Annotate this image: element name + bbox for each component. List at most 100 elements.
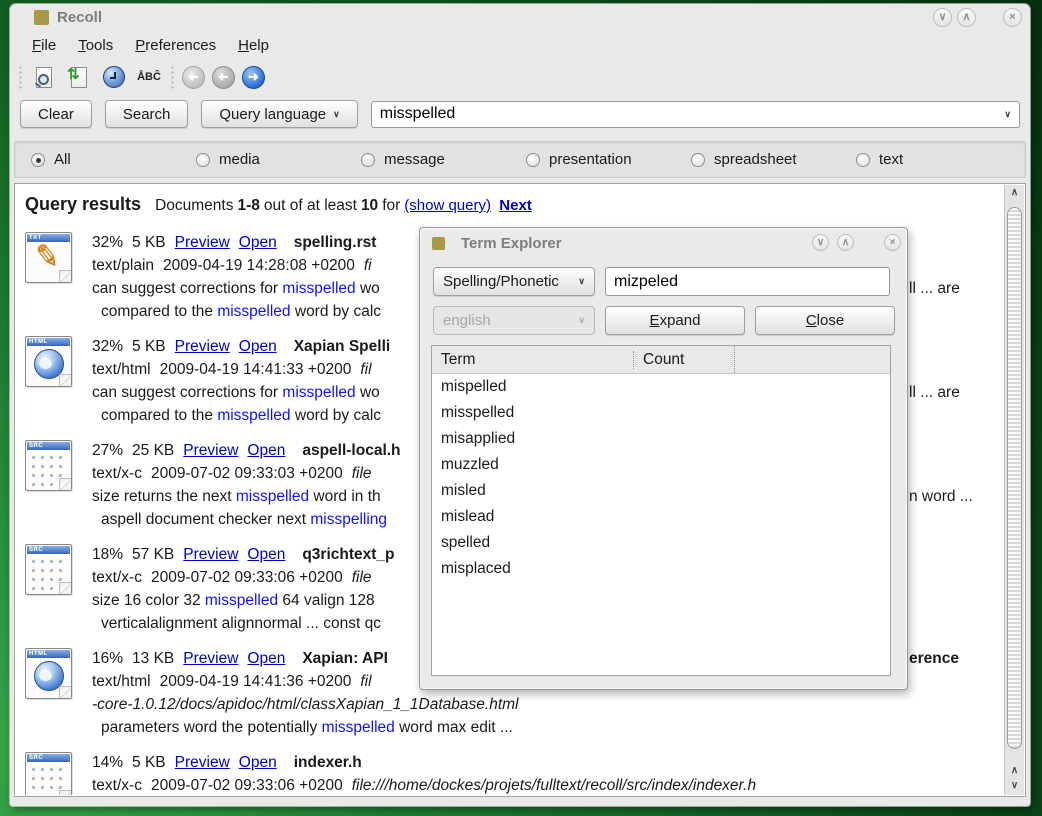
result-date: 2009-04-19 14:41:33 +0200 <box>160 361 352 378</box>
scrollbar-thumb[interactable] <box>1007 207 1022 749</box>
snippet-text: 64 valign 128 <box>278 592 375 609</box>
language-dropdown[interactable]: english ∨ <box>433 306 595 335</box>
toolbar-handle[interactable] <box>170 65 175 89</box>
menu-preferences[interactable]: Preferences <box>124 35 227 56</box>
filter-text[interactable]: text <box>856 151 1021 168</box>
filter-spreadsheet[interactable]: spreadsheet <box>691 151 856 168</box>
radio-all[interactable] <box>31 153 45 167</box>
doc-type-label: SRC <box>27 754 70 762</box>
scroll-up-icon[interactable]: ∧ <box>1005 185 1024 200</box>
result-size: 13 KB <box>132 650 174 667</box>
term-row[interactable]: misled <box>432 478 890 504</box>
result-snippet: compared to the misspelled word by calc <box>92 300 428 323</box>
history-clock-icon[interactable] <box>100 63 128 91</box>
term-list: mispelledmisspelledmisappliedmuzzledmisl… <box>432 374 890 582</box>
expansion-mode-dropdown[interactable]: Spelling/Phonetic ∨ <box>433 267 595 296</box>
term-row[interactable]: mispelled <box>432 374 890 400</box>
filter-message[interactable]: message <box>361 151 526 168</box>
next-page-icon[interactable]: ➜ <box>242 66 265 89</box>
term-explorer-abc-icon[interactable]: ÅBĈ <box>135 63 163 91</box>
next-page-link[interactable]: Next <box>499 197 532 214</box>
preview-link[interactable]: Preview <box>183 442 238 459</box>
search-input[interactable] <box>380 105 998 123</box>
open-link[interactable]: Open <box>247 650 285 667</box>
result-line1: 14%5 KBPreviewOpenindexer.h <box>92 751 1004 774</box>
pencil-icon: ✎ <box>32 237 62 275</box>
term-table: Term Count mispelledmisspelledmisapplied… <box>431 345 891 676</box>
toolbar-handle[interactable] <box>18 65 23 89</box>
menu-file[interactable]: File <box>21 35 67 56</box>
term-row[interactable]: misapplied <box>432 426 890 452</box>
filter-presentation[interactable]: presentation <box>526 151 691 168</box>
first-page-icon[interactable]: ➜ <box>182 66 205 89</box>
count-column-header[interactable]: Count <box>633 351 734 369</box>
dialog-minimize-button[interactable]: ∨ <box>812 234 829 251</box>
open-link[interactable]: Open <box>247 546 285 563</box>
radio-presentation[interactable] <box>526 153 540 167</box>
dialog-maximize-button[interactable]: ∧ <box>837 234 854 251</box>
snippet-text: -core-1.0.12/docs/apidoc/html/classXapia… <box>92 696 519 713</box>
preview-link[interactable]: Preview <box>183 546 238 563</box>
search-button[interactable]: Search <box>105 100 189 128</box>
desktop: { "window": { "title": "Recoll" }, "menu… <box>0 0 1042 816</box>
clear-button[interactable]: Clear <box>20 100 92 128</box>
snippet-text: parameters word the potentially <box>101 719 322 736</box>
preview-link[interactable]: Preview <box>175 754 230 771</box>
filter-media[interactable]: media <box>196 151 361 168</box>
term-column-header[interactable]: Term <box>432 351 633 369</box>
results-scrollbar[interactable]: ∧ ∧ ∨ <box>1004 185 1024 795</box>
previous-page-icon[interactable]: ➜ <box>212 66 235 89</box>
open-link[interactable]: Open <box>239 754 277 771</box>
term-explorer-dialog: Term Explorer ∨ ∧ × Spelling/Phonetic ∨ … <box>419 227 908 690</box>
chevron-down-icon[interactable]: ∨ <box>1004 109 1011 120</box>
open-link[interactable]: Open <box>239 338 277 355</box>
chevron-down-icon: ∨ <box>578 276 585 287</box>
dialog-titlebar[interactable]: Term Explorer ∨ ∧ × <box>420 228 907 258</box>
scroll-up-icon[interactable]: ∧ <box>1005 763 1024 778</box>
term-row[interactable]: muzzled <box>432 452 890 478</box>
snippet-text: wo <box>356 384 380 401</box>
preview-link[interactable]: Preview <box>183 650 238 667</box>
open-link[interactable]: Open <box>247 442 285 459</box>
preview-link[interactable]: Preview <box>175 234 230 251</box>
radio-message[interactable] <box>361 153 375 167</box>
doc-type-label: HTML <box>27 650 70 658</box>
show-query-link[interactable]: (show query) <box>404 197 491 214</box>
radio-spreadsheet[interactable] <box>691 153 705 167</box>
close-button[interactable]: × <box>1003 8 1022 27</box>
search-document-icon[interactable] <box>30 63 58 91</box>
preview-link[interactable]: Preview <box>175 338 230 355</box>
term-row[interactable]: spelled <box>432 530 890 556</box>
term-row[interactable]: misspelled <box>432 400 890 426</box>
titlebar[interactable]: Recoll ∨ ∧ × <box>10 4 1030 31</box>
scroll-down-icon[interactable]: ∨ <box>1005 778 1024 793</box>
open-link[interactable]: Open <box>239 234 277 251</box>
language-label: english <box>443 312 491 329</box>
page-fold <box>59 790 72 795</box>
close-dialog-button[interactable]: Close <box>755 306 895 335</box>
result-snippet: -core-1.0.12/docs/apidoc/html/classXapia… <box>92 693 1004 716</box>
snippet-text: compared to the <box>101 407 217 424</box>
filter-all[interactable]: All <box>31 151 196 168</box>
maximize-button[interactable]: ∧ <box>957 8 976 27</box>
menu-tools[interactable]: Tools <box>67 35 124 56</box>
term-row[interactable]: misplaced <box>432 556 890 582</box>
filter-label: presentation <box>549 151 632 168</box>
query-language-dropdown[interactable]: Query language ∨ <box>201 100 357 128</box>
search-combobox[interactable]: ∨ <box>371 101 1020 128</box>
result-size: 5 KB <box>132 754 166 771</box>
menu-help[interactable]: Help <box>227 35 280 56</box>
result-snippet: parameters word the potentially misspell… <box>92 716 1004 739</box>
results-total: 10 <box>361 197 378 215</box>
minimize-button[interactable]: ∨ <box>933 8 952 27</box>
dialog-title: Term Explorer <box>461 235 562 252</box>
result-mime: text/html <box>92 673 151 690</box>
expand-button[interactable]: Expand <box>605 306 745 335</box>
sort-update-icon[interactable]: ⇅ <box>65 63 93 91</box>
radio-text[interactable] <box>856 153 870 167</box>
radio-media[interactable] <box>196 153 210 167</box>
dialog-close-button[interactable]: × <box>884 234 901 251</box>
term-input[interactable] <box>605 267 890 296</box>
term-row[interactable]: mislead <box>432 504 890 530</box>
result-mime: text/plain <box>92 257 154 274</box>
